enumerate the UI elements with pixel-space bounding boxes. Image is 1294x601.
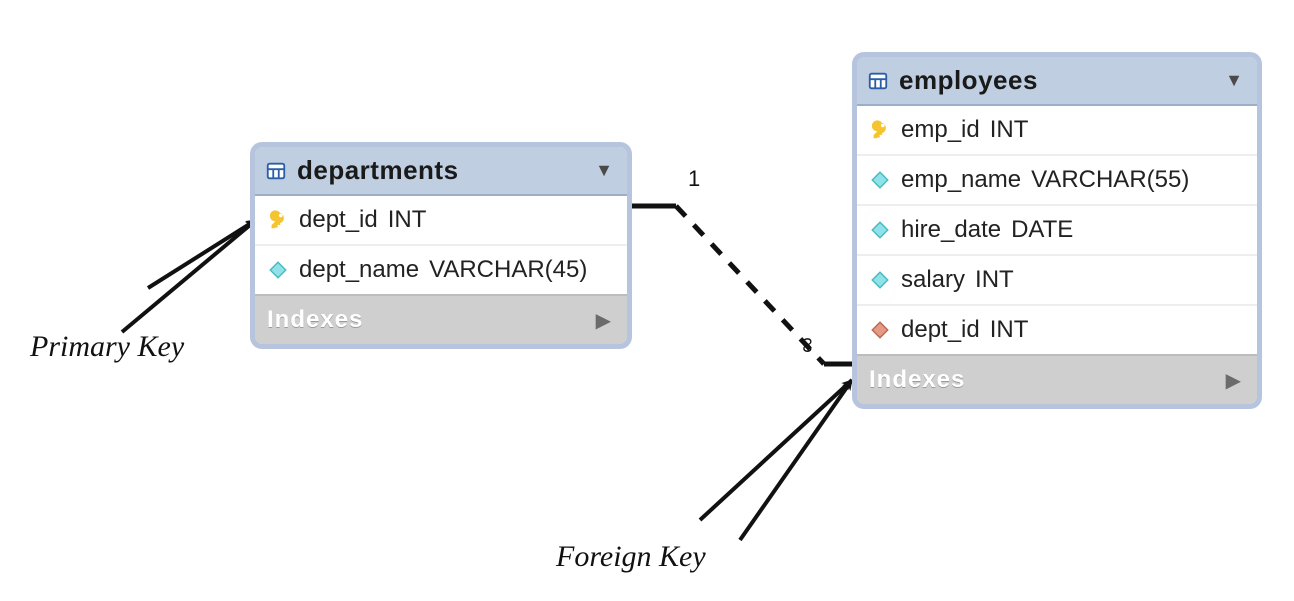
column-row-salary[interactable]: salary INT — [857, 254, 1257, 304]
chevron-down-icon[interactable]: ▼ — [595, 160, 613, 181]
column-name: dept_id — [299, 206, 378, 234]
column-type: INT — [388, 206, 427, 234]
column-icon — [267, 259, 289, 281]
column-name: dept_name — [299, 256, 419, 284]
chevron-down-icon[interactable]: ▼ — [1225, 70, 1243, 91]
column-row-dept-name[interactable]: dept_name VARCHAR(45) — [255, 244, 627, 294]
column-icon — [869, 269, 891, 291]
primary-key-icon — [267, 209, 289, 231]
cardinality-one: 1 — [688, 166, 700, 192]
table-title: departments — [297, 155, 585, 186]
foreign-key-icon — [869, 319, 891, 341]
column-row-dept-id-fk[interactable]: dept_id INT — [857, 304, 1257, 354]
chevron-right-icon[interactable]: ▶ — [596, 308, 611, 333]
column-row-emp-id[interactable]: emp_id INT — [857, 106, 1257, 154]
cardinality-many: ∞ — [795, 337, 821, 353]
column-row-hire-date[interactable]: hire_date DATE — [857, 204, 1257, 254]
indexes-section[interactable]: Indexes ▶ — [857, 354, 1257, 404]
table-title: employees — [899, 65, 1215, 96]
column-type: INT — [975, 266, 1014, 294]
column-list: dept_id INT dept_name VARCHAR(45) — [255, 196, 627, 294]
table-employees[interactable]: employees ▼ emp_id INT emp_name VARCHAR(… — [852, 52, 1262, 409]
indexes-label: Indexes — [869, 366, 965, 394]
er-diagram-canvas: departments ▼ dept_id INT dept_name VARC… — [0, 0, 1294, 601]
chevron-right-icon[interactable]: ▶ — [1226, 368, 1241, 393]
column-row-dept-id[interactable]: dept_id INT — [255, 196, 627, 244]
column-type: INT — [990, 116, 1029, 144]
annotation-primary-key: Primary Key — [30, 330, 184, 364]
table-header-departments[interactable]: departments ▼ — [255, 147, 627, 196]
column-name: dept_id — [901, 316, 980, 344]
column-name: hire_date — [901, 216, 1001, 244]
column-type: INT — [990, 316, 1029, 344]
column-list: emp_id INT emp_name VARCHAR(55) hire_dat… — [857, 106, 1257, 354]
annotation-foreign-key: Foreign Key — [556, 540, 706, 574]
column-type: DATE — [1011, 216, 1073, 244]
indexes-section[interactable]: Indexes ▶ — [255, 294, 627, 344]
table-header-employees[interactable]: employees ▼ — [857, 57, 1257, 106]
table-departments[interactable]: departments ▼ dept_id INT dept_name VARC… — [250, 142, 632, 349]
table-icon — [265, 160, 287, 182]
column-icon — [869, 169, 891, 191]
column-name: emp_name — [901, 166, 1021, 194]
column-icon — [869, 219, 891, 241]
column-name: emp_id — [901, 116, 980, 144]
primary-key-icon — [869, 119, 891, 141]
column-row-emp-name[interactable]: emp_name VARCHAR(55) — [857, 154, 1257, 204]
table-icon — [867, 70, 889, 92]
column-type: VARCHAR(45) — [429, 256, 587, 284]
column-type: VARCHAR(55) — [1031, 166, 1189, 194]
indexes-label: Indexes — [267, 306, 363, 334]
column-name: salary — [901, 266, 965, 294]
